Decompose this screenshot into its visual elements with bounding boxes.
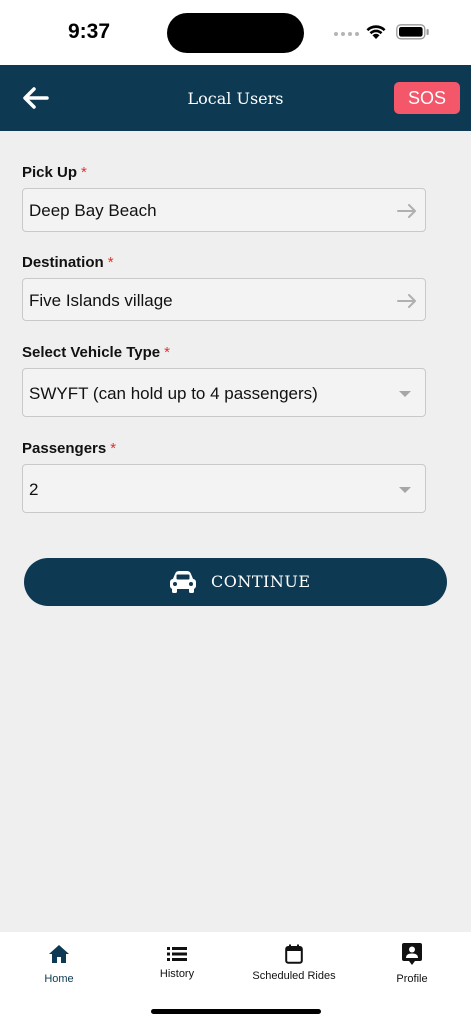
home-icon: [49, 945, 69, 963]
tab-profile[interactable]: Profile: [353, 932, 471, 1002]
continue-label: CONTINUE: [211, 572, 311, 591]
pickup-field[interactable]: Deep Bay Beach: [22, 188, 426, 232]
status-time: 9:37: [68, 20, 111, 43]
vehicle-type-label: Select Vehicle Type *: [22, 344, 170, 361]
sos-button[interactable]: SOS: [394, 82, 460, 114]
car-icon: [170, 571, 196, 593]
tab-scheduled-rides[interactable]: Scheduled Rides: [235, 932, 353, 1002]
passengers-label: Passengers *: [22, 440, 116, 457]
tab-scheduled-rides-label: Scheduled Rides: [252, 970, 336, 982]
arrow-right-icon: [397, 294, 416, 308]
required-mark: *: [164, 344, 170, 361]
passengers-select[interactable]: 2: [22, 464, 426, 513]
vehicle-type-select[interactable]: SWYFT (can hold up to 4 passengers): [22, 368, 426, 417]
destination-label-text: Destination: [22, 254, 104, 271]
pickup-label: Pick Up *: [22, 164, 87, 181]
chevron-down-icon: [399, 391, 411, 397]
destination-value: Five Islands village: [29, 291, 173, 310]
list-icon: [167, 947, 187, 961]
tab-history-label: History: [159, 968, 195, 980]
chevron-down-icon: [399, 487, 411, 493]
destination-field[interactable]: Five Islands village: [22, 278, 426, 321]
required-mark: *: [81, 164, 87, 181]
arrow-right-icon: [397, 204, 416, 218]
battery-icon: [396, 24, 429, 40]
tab-history[interactable]: History: [118, 932, 236, 1002]
tab-home[interactable]: Home: [0, 932, 118, 1002]
status-bar: 9:37: [0, 0, 471, 65]
app-header: Local Users SOS: [0, 65, 471, 131]
signal-dots-icon: [334, 32, 359, 36]
required-mark: *: [110, 440, 117, 457]
wifi-icon: [366, 25, 386, 39]
vehicle-type-label-text: Select Vehicle Type: [22, 344, 161, 361]
calendar-icon: [285, 944, 303, 964]
vehicle-type-value: SWYFT (can hold up to 4 passengers): [29, 384, 318, 403]
tab-home-label: Home: [44, 973, 74, 985]
required-mark: *: [107, 254, 114, 271]
home-indicator: [151, 1009, 321, 1014]
pickup-value: Deep Bay Beach: [29, 201, 157, 220]
passengers-value: 2: [29, 480, 39, 499]
tab-profile-label: Profile: [396, 973, 428, 985]
continue-button[interactable]: CONTINUE: [24, 558, 447, 606]
profile-icon: [402, 943, 422, 965]
dynamic-island: [167, 13, 304, 53]
pickup-label-text: Pick Up: [22, 164, 78, 181]
passengers-label-text: Passengers: [22, 440, 107, 457]
destination-label: Destination *: [22, 254, 114, 271]
